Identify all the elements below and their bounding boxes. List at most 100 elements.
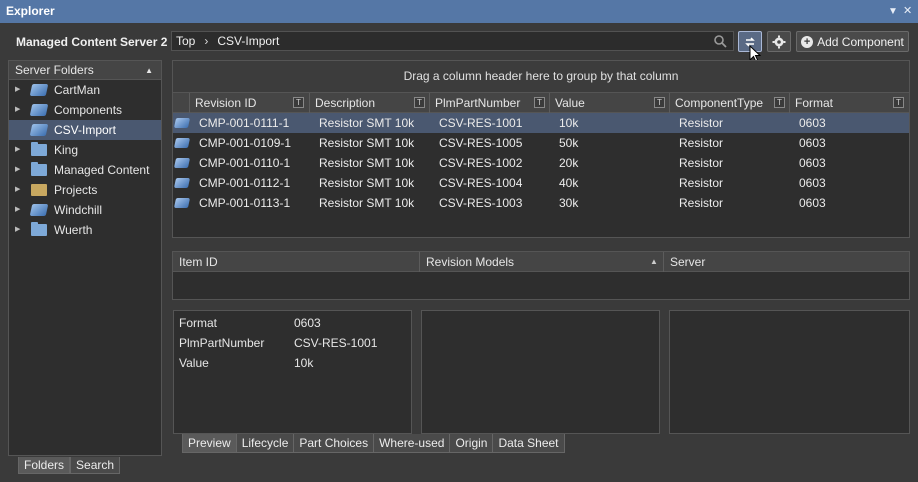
table-row[interactable]: CMP-001-0110-1 Resistor SMT 10k CSV-RES-10… <box>173 153 909 173</box>
column-label: PlmPartNumber <box>435 96 521 110</box>
sort-ascending-icon: ▲ <box>650 257 658 266</box>
pin-icon[interactable]: ▼ <box>888 0 898 23</box>
table-cell: Resistor SMT 10k <box>319 136 415 150</box>
plus-icon: + <box>801 35 814 48</box>
tab-origin[interactable]: Origin <box>449 434 494 453</box>
tree-item-cartman[interactable]: ▶ CartMan <box>9 80 161 100</box>
breadcrumb-top[interactable]: Top <box>176 34 195 48</box>
tree-item-king[interactable]: ▶ King <box>9 140 161 160</box>
property-key: PlmPartNumber <box>179 336 265 350</box>
breadcrumb[interactable]: Top › CSV-Import <box>171 31 734 51</box>
table-cell: Resistor SMT 10k <box>319 116 415 130</box>
table-row[interactable]: CMP-001-0112-1 Resistor SMT 10k CSV-RES-10… <box>173 173 909 193</box>
column-header-componenttype[interactable]: ComponentType T <box>669 93 789 113</box>
tree-item-csv-import[interactable]: CSV-Import <box>9 120 161 140</box>
expand-icon[interactable]: ▶ <box>15 140 20 160</box>
component-revision-icon <box>173 158 191 168</box>
chevron-right-icon: › <box>204 34 209 48</box>
column-header-plmpartnumber[interactable]: PlmPartNumber T <box>429 93 549 113</box>
table-cell: Resistor <box>679 136 724 150</box>
column-header-value[interactable]: Value T <box>549 93 669 113</box>
column-header-revision-models[interactable]: Revision Models ▲ <box>419 252 663 272</box>
table-cell: 10k <box>559 116 579 130</box>
expand-icon[interactable]: ▶ <box>15 200 20 220</box>
table-cell: Resistor <box>679 116 724 130</box>
table-cell: CSV-RES-1003 <box>439 196 523 210</box>
tab-part-choices[interactable]: Part Choices <box>293 434 375 453</box>
expand-icon[interactable]: ▶ <box>15 180 20 200</box>
column-header-format[interactable]: Format T <box>789 93 909 113</box>
add-component-label: Add Component <box>817 34 904 49</box>
table-cell: CSV-RES-1001 <box>439 116 523 130</box>
filter-icon[interactable]: T <box>414 97 425 108</box>
table-cell: 50k <box>559 136 579 150</box>
tree-item-projects[interactable]: ▶ Projects <box>9 180 161 200</box>
tree-item-windchill[interactable]: ▶ Windchill <box>9 200 161 220</box>
tree-item-label: Wuerth <box>54 223 93 237</box>
folder-icon <box>31 222 47 236</box>
property-row: PlmPartNumber CSV-RES-1001 <box>174 333 411 353</box>
filter-icon[interactable]: T <box>774 97 785 108</box>
tab-folders[interactable]: Folders <box>18 457 71 474</box>
table-cell: Resistor <box>679 176 724 190</box>
server-selector[interactable]: Managed Content Server 2▼ <box>16 34 178 52</box>
table-cell: 40k <box>559 176 579 190</box>
settings-button[interactable] <box>767 31 791 52</box>
table-cell: CMP-001-0112-1 <box>199 176 291 190</box>
table-cell: 0603 <box>799 136 826 150</box>
server-folders-header[interactable]: Server Folders ▲ <box>9 61 161 80</box>
column-header-description[interactable]: Description T <box>309 93 429 113</box>
breadcrumb-current[interactable]: CSV-Import <box>217 34 279 48</box>
tab-search[interactable]: Search <box>70 457 121 474</box>
filter-icon[interactable]: T <box>893 97 904 108</box>
filter-icon[interactable]: T <box>654 97 665 108</box>
preview-panel-middle <box>421 310 660 434</box>
tab-preview[interactable]: Preview <box>182 434 237 453</box>
server-folders-panel: Server Folders ▲ ▶ CartMan ▶ Components … <box>8 60 162 456</box>
tab-lifecycle[interactable]: Lifecycle <box>235 434 295 453</box>
property-key: Value <box>179 356 209 370</box>
tree-item-label: Components <box>54 103 123 117</box>
tree-item-components[interactable]: ▶ Components <box>9 100 161 120</box>
expand-icon[interactable]: ▶ <box>15 80 20 100</box>
group-by-area[interactable]: Drag a column header here to group by th… <box>173 61 909 93</box>
tab-where-used[interactable]: Where-used <box>373 434 451 453</box>
table-row[interactable]: CMP-001-0111-1 Resistor SMT 10k CSV-RES-10… <box>173 113 909 133</box>
detail-tabs: Preview Lifecycle Part Choices Where-use… <box>182 434 565 453</box>
tree-item-label: CartMan <box>54 83 101 97</box>
close-icon[interactable]: ✕ <box>903 0 912 23</box>
column-header-server[interactable]: Server <box>663 252 909 272</box>
tree-item-label: Windchill <box>54 203 103 217</box>
property-key: Format <box>179 316 218 330</box>
table-cell: 0603 <box>799 176 826 190</box>
table-row[interactable]: CMP-001-0109-1 Resistor SMT 10k CSV-RES-10… <box>173 133 909 153</box>
collapse-icon[interactable]: ▲ <box>145 61 153 80</box>
expand-icon[interactable]: ▶ <box>15 160 20 180</box>
item-grid-header: Item ID Revision Models ▲ Server <box>173 252 909 272</box>
add-component-button[interactable]: + Add Component <box>796 31 909 52</box>
property-value: 10k <box>294 356 314 370</box>
search-icon[interactable] <box>713 34 727 48</box>
component-revision-icon <box>173 178 191 188</box>
table-cell: 30k <box>559 196 579 210</box>
expand-icon[interactable]: ▶ <box>15 100 20 120</box>
expand-icon[interactable]: ▶ <box>15 220 20 240</box>
column-header-item-id[interactable]: Item ID <box>173 252 419 272</box>
project-icon <box>31 184 47 196</box>
filter-icon[interactable]: T <box>534 97 545 108</box>
tree-item-label: CSV-Import <box>54 123 117 137</box>
property-value: 0603 <box>294 316 321 330</box>
component-revision-icon <box>173 138 191 148</box>
table-cell: CSV-RES-1004 <box>439 176 523 190</box>
table-cell: Resistor SMT 10k <box>319 196 415 210</box>
tree-item-wuerth[interactable]: ▶ Wuerth <box>9 220 161 240</box>
filter-icon[interactable]: T <box>293 97 304 108</box>
table-cell: Resistor SMT 10k <box>319 176 415 190</box>
column-label: Format <box>795 96 834 110</box>
column-header-revision-id[interactable]: Revision ID T <box>189 93 309 113</box>
tab-data-sheet[interactable]: Data Sheet <box>492 434 565 453</box>
tree-item-managed-content[interactable]: ▶ Managed Content <box>9 160 161 180</box>
column-label: Description <box>315 96 376 110</box>
tree-item-label: Managed Content <box>54 163 150 177</box>
table-row[interactable]: CMP-001-0113-1 Resistor SMT 10k CSV-RES-10… <box>173 193 909 213</box>
